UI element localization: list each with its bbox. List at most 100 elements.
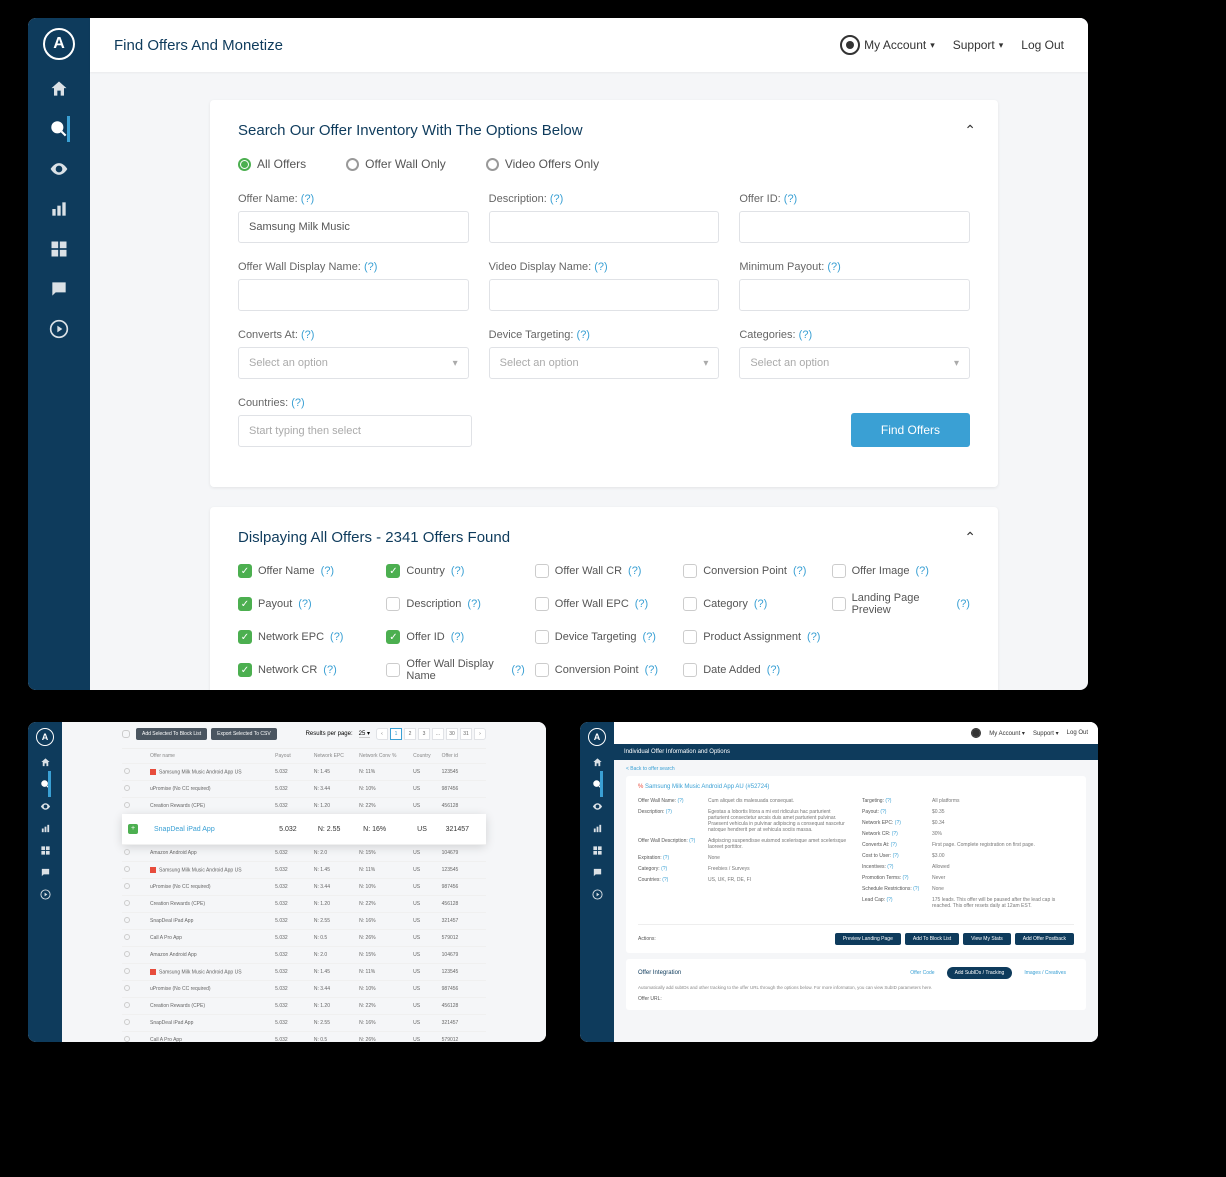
chat-icon[interactable] (39, 866, 51, 878)
filter-checkbox[interactable]: Offer Wall Display Name (?) (386, 658, 524, 682)
table-header[interactable]: Payout (273, 749, 312, 764)
table-row[interactable]: Creation Rewards (CPE)5.032N: 1.20N: 22%… (122, 998, 486, 1015)
filter-checkbox[interactable]: Category (?) (683, 592, 821, 616)
help-icon[interactable]: (?) (301, 193, 314, 205)
help-icon[interactable]: (?) (577, 329, 590, 341)
filter-checkbox[interactable]: Offer Wall EPC (?) (535, 592, 673, 616)
filter-checkbox[interactable]: Offer Wall CR (?) (535, 564, 673, 578)
video-display-input[interactable] (489, 279, 720, 311)
table-row[interactable]: Amazon Android App5.032N: 2.0N: 15%US104… (122, 845, 486, 862)
logo[interactable]: A (588, 728, 606, 746)
home-icon[interactable] (591, 756, 603, 768)
radio-all-offers[interactable]: All Offers (238, 157, 306, 171)
offer-name-input[interactable] (238, 211, 469, 243)
table-header[interactable]: Country (411, 749, 439, 764)
table-row[interactable]: SnapDeal iPad App5.032N: 2.55N: 16%US321… (122, 913, 486, 930)
help-icon[interactable]: (?) (550, 193, 563, 205)
filter-checkbox[interactable]: Landing Page Preview (?) (832, 592, 970, 616)
eye-icon[interactable] (48, 158, 70, 180)
select-all-checkbox[interactable] (122, 730, 130, 738)
min-payout-input[interactable] (739, 279, 970, 311)
filter-checkbox[interactable]: Device Targeting (?) (535, 630, 673, 644)
eye-icon[interactable] (591, 800, 603, 812)
action-button[interactable]: Add Offer Postback (1015, 933, 1074, 945)
chart-icon[interactable] (591, 822, 603, 834)
grid-icon[interactable] (591, 844, 603, 856)
filter-checkbox[interactable]: Payout (?) (238, 592, 376, 616)
eye-icon[interactable] (39, 800, 51, 812)
filter-checkbox[interactable]: Network EPC (?) (238, 630, 376, 644)
table-header[interactable]: Network EPC (312, 749, 357, 764)
home-icon[interactable] (39, 756, 51, 768)
filter-checkbox[interactable]: Network CR (?) (238, 658, 376, 682)
filter-checkbox[interactable]: Conversion Point (?) (535, 658, 673, 682)
chart-icon[interactable] (39, 822, 51, 834)
help-icon[interactable]: (?) (594, 261, 607, 273)
play-icon[interactable] (39, 888, 51, 900)
description-input[interactable] (489, 211, 720, 243)
search-icon[interactable] (48, 118, 70, 140)
table-header[interactable]: Offer id (440, 749, 486, 764)
integration-tab[interactable]: Offer Code (902, 967, 942, 979)
logout-link[interactable]: Log Out (1067, 730, 1088, 736)
add-to-block-list-button[interactable]: Add Selected To Block List (136, 728, 207, 740)
integration-tab[interactable]: Images / Creatives (1016, 967, 1074, 979)
table-row[interactable]: uPromise (No CC required)5.032N: 3.44N: … (122, 879, 486, 896)
grid-icon[interactable] (39, 844, 51, 856)
table-row[interactable]: Call A Pro App5.032N: 0.5N: 26%US579012 (122, 930, 486, 947)
back-link[interactable]: < Back to offer search (626, 766, 1086, 772)
grid-icon[interactable] (48, 238, 70, 260)
help-icon[interactable]: (?) (301, 329, 314, 341)
pager-button[interactable]: ... (432, 728, 444, 740)
pager-button[interactable]: 1 (390, 728, 402, 740)
table-row[interactable]: Samsung Milk Music Android App US5.032N:… (122, 764, 486, 781)
table-row[interactable]: Creation Rewards (CPE)5.032N: 1.20N: 22%… (122, 798, 486, 815)
export-csv-button[interactable]: Export Selected To CSV (211, 728, 277, 740)
table-row[interactable]: Call A Pro App5.032N: 0.5N: 26%US579012 (122, 1032, 486, 1043)
action-button[interactable]: View My Stats (963, 933, 1011, 945)
table-row-highlighted[interactable]: SnapDeal iPad App5.032N: 2.55N: 16%US321… (122, 814, 486, 845)
collapse-icon[interactable]: ⌃ (964, 122, 976, 139)
filter-checkbox[interactable]: Date Added (?) (683, 658, 821, 682)
help-icon[interactable]: (?) (291, 397, 304, 409)
search-icon[interactable] (39, 778, 51, 790)
table-header[interactable]: Offer name (148, 749, 273, 764)
wall-display-input[interactable] (238, 279, 469, 311)
table-row[interactable]: uPromise (No CC required)5.032N: 3.44N: … (122, 781, 486, 798)
pager-button[interactable]: 3 (418, 728, 430, 740)
filter-checkbox[interactable]: Offer Image (?) (832, 564, 970, 578)
action-button[interactable]: Preview Landing Page (835, 933, 901, 945)
table-row[interactable]: SnapDeal iPad App5.032N: 2.55N: 16%US321… (122, 1015, 486, 1032)
logo[interactable]: A (36, 728, 54, 746)
filter-checkbox[interactable]: Product Assignment (?) (683, 630, 821, 644)
my-account-link[interactable]: My Account▾ (840, 35, 935, 55)
collapse-icon[interactable]: ⌃ (964, 529, 976, 546)
help-icon[interactable]: (?) (799, 329, 812, 341)
table-header[interactable]: Network Conv % (357, 749, 411, 764)
chat-icon[interactable] (591, 866, 603, 878)
home-icon[interactable] (48, 78, 70, 100)
pager-button[interactable]: 31 (460, 728, 472, 740)
table-row[interactable]: Samsung Milk Music Android App US5.032N:… (122, 964, 486, 981)
help-icon[interactable]: (?) (784, 193, 797, 205)
logo[interactable]: A (43, 28, 75, 60)
table-row[interactable]: Creation Rewards (CPE)5.032N: 1.20N: 22%… (122, 896, 486, 913)
logout-link[interactable]: Log Out (1021, 38, 1064, 52)
find-offers-button[interactable]: Find Offers (851, 413, 970, 447)
filter-checkbox[interactable]: Description (?) (386, 592, 524, 616)
pager-button[interactable]: › (474, 728, 486, 740)
converts-at-select[interactable]: Select an option (238, 347, 469, 379)
categories-select[interactable]: Select an option (739, 347, 970, 379)
search-icon[interactable] (591, 778, 603, 790)
integration-tab[interactable]: Add SubIDs / Tracking (947, 967, 1013, 979)
radio-offer-wall[interactable]: Offer Wall Only (346, 157, 446, 171)
help-icon[interactable]: (?) (364, 261, 377, 273)
support-link[interactable]: Support▾ (953, 38, 1004, 52)
countries-input[interactable] (238, 415, 472, 447)
chart-icon[interactable] (48, 198, 70, 220)
my-account-link[interactable]: My Account ▾ (989, 730, 1025, 737)
chat-icon[interactable] (48, 278, 70, 300)
action-button[interactable]: Add To Block List (905, 933, 959, 945)
help-icon[interactable]: (?) (827, 261, 840, 273)
table-row[interactable]: uPromise (No CC required)5.032N: 3.44N: … (122, 981, 486, 998)
